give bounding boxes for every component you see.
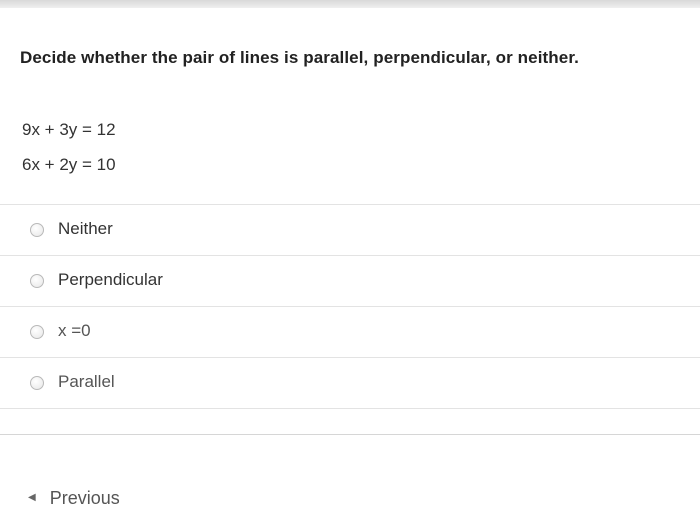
option-label: Parallel bbox=[58, 372, 115, 391]
option-x-equals-0[interactable]: x =0 bbox=[0, 306, 700, 357]
radio-button[interactable] bbox=[30, 223, 44, 237]
equation-2: 6x + 2y = 10 bbox=[22, 155, 116, 174]
option-label: Perpendicular bbox=[58, 270, 163, 289]
option-neither[interactable]: Neither bbox=[0, 204, 700, 255]
radio-button[interactable] bbox=[30, 274, 44, 288]
equation-1: 9x + 3y = 12 bbox=[22, 120, 116, 139]
option-parallel[interactable]: Parallel bbox=[0, 357, 700, 409]
chevron-left-icon: ◀ bbox=[28, 491, 36, 503]
answer-options: Neither Perpendicular x =0 Parallel bbox=[0, 204, 700, 409]
option-label: Neither bbox=[58, 219, 113, 238]
option-perpendicular[interactable]: Perpendicular bbox=[0, 255, 700, 306]
window-top-edge bbox=[0, 0, 700, 8]
previous-button[interactable]: ◀ Previous bbox=[28, 488, 120, 509]
question-card: Decide whether the pair of lines is para… bbox=[0, 8, 700, 435]
previous-label: Previous bbox=[49, 488, 120, 508]
radio-button[interactable] bbox=[30, 376, 44, 390]
radio-button[interactable] bbox=[30, 325, 44, 339]
option-label: x =0 bbox=[58, 321, 91, 340]
question-title: Decide whether the pair of lines is para… bbox=[20, 48, 579, 67]
